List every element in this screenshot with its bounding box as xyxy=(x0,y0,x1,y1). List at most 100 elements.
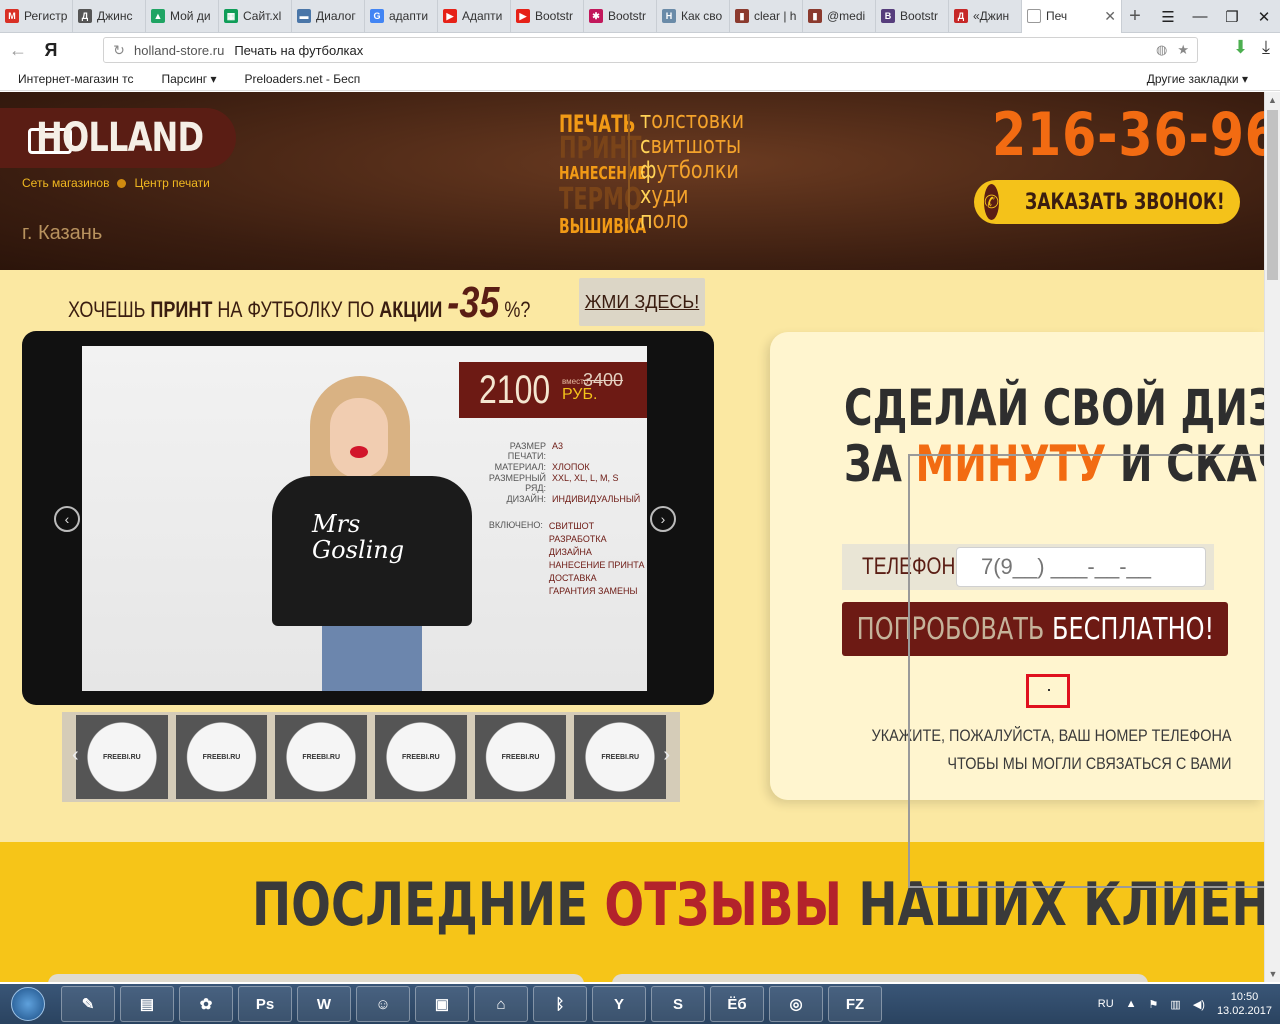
download-arrow-icon[interactable]: ⬇ xyxy=(1233,37,1248,58)
protect-icon[interactable]: ◍ xyxy=(1156,42,1167,58)
downloads-icon[interactable]: ⤓ xyxy=(1262,37,1270,58)
phone-number[interactable]: 216-36-96 xyxy=(992,100,1264,170)
tab[interactable]: ▲ Мой ди xyxy=(146,0,219,33)
tagline-shops: Сеть магазинов xyxy=(22,176,110,190)
slider-next-button[interactable]: › xyxy=(650,506,676,532)
site-logo[interactable]: HOLLAND xyxy=(0,108,236,168)
scroll-up-icon[interactable]: ▲ xyxy=(1265,92,1280,108)
thumbs-prev-icon[interactable]: ‹ xyxy=(72,744,79,767)
vk-message-icon: ▬ xyxy=(297,9,311,23)
photo-viewer-icon[interactable]: ▣ xyxy=(415,986,469,1022)
app-red-icon[interactable]: ✿ xyxy=(179,986,233,1022)
star-icon[interactable]: ★ xyxy=(1177,42,1189,58)
photoshop-icon[interactable]: Ps xyxy=(238,986,292,1022)
scroll-thumb[interactable] xyxy=(1267,110,1278,280)
volume-icon[interactable]: ◀) xyxy=(1193,998,1205,1011)
spec-row: Дизайн: Индивидуальный xyxy=(506,494,641,504)
tab-label: Bootstr xyxy=(535,9,574,23)
minimize-icon[interactable]: — xyxy=(1184,0,1216,33)
slide-thumbnail[interactable]: FREEBI.RU xyxy=(175,715,268,799)
order-call-button[interactable]: ✆ ЗАКАЗАТЬ ЗВОНОК! xyxy=(974,180,1240,224)
habr-icon: H xyxy=(662,9,676,23)
site-icon: ▮ xyxy=(735,9,749,23)
tab-label: адапти xyxy=(389,9,429,23)
tab-label: Печ xyxy=(1046,9,1068,23)
tab[interactable]: H Как сво xyxy=(657,0,730,33)
tagline: Сеть магазинов Центр печати xyxy=(22,176,210,190)
tab-label: Bootstr xyxy=(900,9,939,23)
tray-arrow-icon[interactable]: ▲ xyxy=(1126,998,1137,1010)
tab[interactable]: ✱ Bootstr xyxy=(584,0,657,33)
address-bar[interactable]: ↻ holland-store.ru Печать на футболках ◍… xyxy=(103,37,1198,63)
bootstrap-b-icon: B xyxy=(881,9,895,23)
tab[interactable]: Gадапти xyxy=(365,0,438,33)
bookmarks-bar: Интернет-магазин тс Парсинг ▾ Preloaders… xyxy=(0,67,1280,91)
tab-active[interactable]: Печ ✕ xyxy=(1022,0,1122,33)
clock[interactable]: 10:50 13.02.2017 xyxy=(1217,990,1272,1018)
notepadpp-icon[interactable]: ✎ xyxy=(61,986,115,1022)
close-window-icon[interactable]: ✕ xyxy=(1248,0,1280,33)
scroll-down-icon[interactable]: ▼ xyxy=(1265,966,1280,982)
slide-thumbnail[interactable]: FREEBI.RU xyxy=(574,715,667,799)
tab[interactable]: ▶ Bootstr xyxy=(511,0,584,33)
tab[interactable]: B Bootstr xyxy=(876,0,949,33)
menu-icon[interactable]: ☰ xyxy=(1152,0,1184,33)
restore-icon[interactable]: ❐ xyxy=(1216,0,1248,33)
taskbar: ✎ ▤ ✿ Ps W ☺ ▣ ⌂ ᛒ Y S Ёб ◎ FZ RU ▲ ⚑ ▥ ◀) 10:50 13.0… xyxy=(0,984,1280,1024)
tab-label: Мой ди xyxy=(170,9,211,23)
yandex-logo[interactable]: Я xyxy=(36,40,66,61)
start-button[interactable] xyxy=(0,984,56,1024)
chrome-icon[interactable]: ◎ xyxy=(769,986,823,1022)
reload-icon[interactable]: ↻ xyxy=(104,42,134,59)
word-icon[interactable]: W xyxy=(297,986,351,1022)
explorer-icon[interactable]: ▤ xyxy=(120,986,174,1022)
tab[interactable]: Д Джинс xyxy=(73,0,146,33)
sublime-icon[interactable]: S xyxy=(651,986,705,1022)
bookmark-item[interactable]: Preloaders.net - Бесп xyxy=(227,72,371,86)
slide-image: 2100 вместо РУБ. 3400 Mrs Gosling Размер… xyxy=(82,346,647,691)
bookmark-folder-parsing[interactable]: Парсинг ▾ xyxy=(143,72,226,86)
slider-prev-button[interactable]: ‹ xyxy=(54,506,80,532)
product-word: худи xyxy=(640,181,689,209)
selection-overlay xyxy=(908,454,1278,888)
slide-thumbnail[interactable]: FREEBI.RU xyxy=(275,715,368,799)
slide-thumbnail[interactable]: FREEBI.RU xyxy=(76,715,168,799)
bookmark-item[interactable]: Интернет-магазин тс xyxy=(0,72,143,86)
tab[interactable]: ▮ @medi xyxy=(803,0,876,33)
network-icon[interactable]: ⌂ xyxy=(474,986,528,1022)
tab-label: «Джин xyxy=(973,9,1010,23)
city-label: г. Казань xyxy=(22,222,103,244)
language-indicator[interactable]: RU xyxy=(1098,998,1114,1010)
page-icon xyxy=(1027,9,1041,23)
tab[interactable]: ▮ clear | h xyxy=(730,0,803,33)
filezilla-icon[interactable]: FZ xyxy=(828,986,882,1022)
windows-icon xyxy=(11,987,45,1021)
tagline-print: Центр печати xyxy=(134,176,210,190)
back-icon[interactable]: ← xyxy=(0,40,36,61)
products-list: толстовки свитшоты футболки худи поло xyxy=(640,108,770,233)
tab[interactable]: M Регистр xyxy=(0,0,73,33)
network-tray-icon[interactable]: ▥ xyxy=(1170,998,1180,1011)
page-scrollbar[interactable]: ▲ ▼ xyxy=(1264,92,1280,982)
thumbs-next-icon[interactable]: › xyxy=(663,744,670,767)
slide-thumbnail[interactable]: FREEBI.RU xyxy=(375,715,467,799)
shirt-print-text: Mrs Gosling xyxy=(312,510,405,564)
yandex-browser-icon[interactable]: Y xyxy=(592,986,646,1022)
tab[interactable]: ▶ Адапти xyxy=(438,0,511,33)
product-slider: ‹ › 2100 вместо РУБ. 3400 Mrs Gosling РА… xyxy=(22,331,714,705)
slide-thumbnail[interactable]: FREEBI.RU xyxy=(474,715,567,799)
tab-close-icon[interactable]: ✕ xyxy=(1104,8,1116,25)
tab[interactable]: ▦ Сайт.xl xyxy=(219,0,292,33)
contacts-icon[interactable]: ☺ xyxy=(356,986,410,1022)
tab[interactable]: ▬ Диалог xyxy=(292,0,365,33)
youtube-icon: ▶ xyxy=(516,9,530,23)
other-bookmarks[interactable]: Другие закладки ▾ xyxy=(1129,72,1280,86)
product-word: свитшоты xyxy=(640,131,742,159)
yo-icon[interactable]: Ёб xyxy=(710,986,764,1022)
flag-icon[interactable]: ⚑ xyxy=(1149,998,1159,1011)
new-tab-button[interactable]: + xyxy=(1122,5,1148,28)
promo-button[interactable]: ЖМИ ЗДЕСЬ! xyxy=(579,278,705,326)
bluetooth-icon[interactable]: ᛒ xyxy=(533,986,587,1022)
tab-label: Регистр xyxy=(24,9,68,23)
tab[interactable]: Д «Джин xyxy=(949,0,1022,33)
